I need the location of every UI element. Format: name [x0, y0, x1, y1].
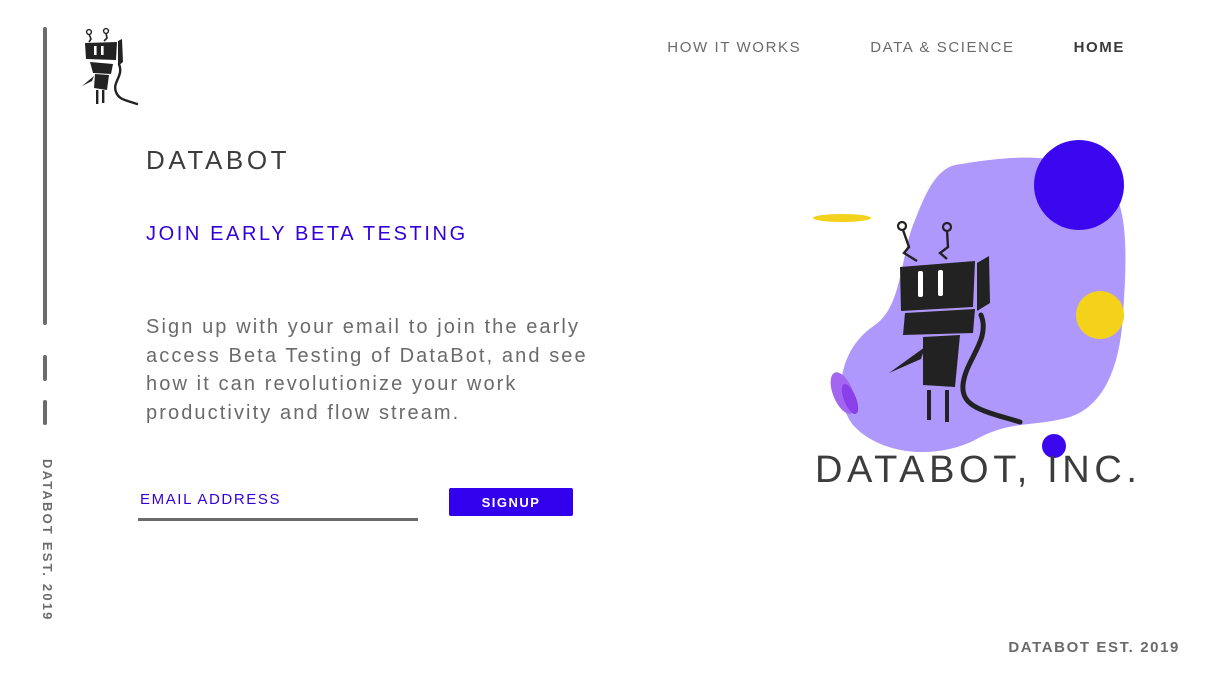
- sidebar-divider-short: [43, 355, 47, 381]
- nav-data-science[interactable]: DATA & SCIENCE: [870, 39, 1014, 56]
- main-nav: HOW IT WORKS DATA & SCIENCE HOME: [667, 39, 1125, 56]
- landing-page: DATABOT EST. 2019 HOW IT WORKS DATA & SC…: [0, 0, 1205, 676]
- nav-how-it-works[interactable]: HOW IT WORKS: [667, 39, 801, 56]
- robot-illustration: [805, 135, 1140, 465]
- beta-subheading: JOIN EARLY BETA TESTING: [146, 223, 468, 245]
- hero-description: Sign up with your email to join the earl…: [146, 316, 588, 424]
- footer-text: DATABOT EST. 2019: [1008, 639, 1180, 656]
- email-field[interactable]: [138, 484, 422, 514]
- robot-logo-icon[interactable]: [80, 26, 140, 108]
- company-name: DATABOT, INC.: [815, 449, 1142, 491]
- sidebar-divider-short: [43, 400, 47, 425]
- signup-button[interactable]: SIGNUP: [449, 488, 573, 516]
- sidebar-vertical-text: DATABOT EST. 2019: [40, 459, 55, 622]
- brand-title: DATABOT: [146, 145, 291, 175]
- sidebar-divider-long: [43, 27, 47, 325]
- nav-home[interactable]: HOME: [1074, 39, 1125, 56]
- email-field-wrapper: [138, 484, 422, 521]
